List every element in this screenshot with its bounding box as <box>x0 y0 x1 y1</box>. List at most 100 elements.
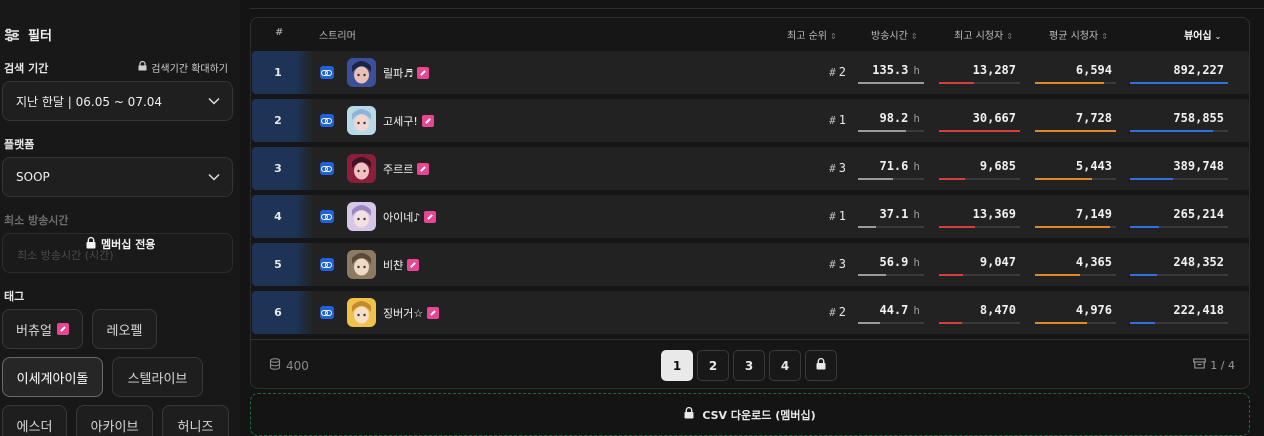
peak-rank-value: 3 <box>838 161 846 175</box>
col-peak-rank-header[interactable]: 최고 순위 ⇕ <box>787 27 837 42</box>
sort-icon: ⇕ <box>1006 32 1013 41</box>
page-info-value: 1 / 4 <box>1210 358 1235 372</box>
broadcast-time-value: 44.7 h <box>879 303 920 317</box>
broadcast-time-number: 44.7 <box>879 303 909 317</box>
tag-archive[interactable]: 아카이브 <box>76 405 153 436</box>
tag-leopel[interactable]: 레오펠 <box>92 309 157 349</box>
table-row[interactable]: 3 주르르 #3 71.6 h 9,685 5,443 389,748 <box>252 147 1249 190</box>
broadcast-time-cell: 37.1 h <box>858 195 924 238</box>
col-viewership-header[interactable]: 뷰어십 ⌄ <box>1184 27 1221 42</box>
tag-isegye-idol[interactable]: 이세계아이돌 <box>2 357 103 397</box>
broadcast-time-bar <box>858 226 924 228</box>
col-broadcast-time-header[interactable]: 방송시간 ⇕ <box>871 27 918 42</box>
streamer-name[interactable]: 릴파♬ <box>383 65 430 81</box>
broadcast-time-number: 135.3 <box>872 63 909 77</box>
tag-label: 아카이브 <box>90 419 139 435</box>
streamer-avatar <box>347 154 376 183</box>
viewership-bar-fill <box>1130 274 1158 276</box>
avg-viewers-value: 7,728 <box>1076 111 1112 125</box>
table-row[interactable]: 6 징버거☆ #2 44.7 h 8,470 4,976 222,418 <box>252 291 1249 334</box>
tag-virtual[interactable]: 버츄얼 <box>2 309 83 349</box>
avg-viewers-number: 4,976 <box>1075 303 1112 317</box>
viewership-bar-fill <box>1130 178 1174 180</box>
streamer-name[interactable]: 징버거☆ <box>383 305 440 321</box>
avg-viewers-value: 5,443 <box>1076 159 1112 173</box>
avg-viewers-value: 4,365 <box>1076 255 1112 269</box>
max-viewers-value: 9,685 <box>980 159 1016 173</box>
platform-select[interactable]: SOOP <box>2 157 233 197</box>
page-button-2[interactable]: 2 <box>697 350 729 381</box>
avg-viewers-number: 5,443 <box>1075 159 1112 173</box>
streamer-name[interactable]: 주르르 <box>383 161 430 177</box>
streamer-name-text: 아이네♪ <box>383 211 421 224</box>
max-viewers-number: 13,369 <box>972 207 1016 221</box>
viewership-bar-fill <box>1130 82 1228 84</box>
broadcast-time-value: 56.9 h <box>879 255 920 269</box>
tag-honeyz[interactable]: 허니즈 <box>162 405 229 436</box>
broadcast-time-bar <box>858 82 924 84</box>
col-max-viewers-header[interactable]: 최고 시청자 ⇕ <box>954 27 1013 42</box>
sort-icon: ⇕ <box>1101 32 1108 41</box>
peak-rank-value: 2 <box>838 305 846 319</box>
avg-viewers-cell: 6,594 <box>1035 51 1116 94</box>
top-divider <box>250 8 1264 9</box>
avg-viewers-bar <box>1035 322 1116 324</box>
broadcast-time-value: 37.1 h <box>879 207 920 221</box>
total-count: 400 <box>269 358 309 373</box>
rank-number: 6 <box>274 306 282 319</box>
search-period-value: 지난 한달 | 06.05 ~ 07.04 <box>16 94 163 109</box>
rank-cell: 5 <box>252 243 314 286</box>
max-viewers-bar <box>939 226 1020 228</box>
col-broadcast-time-label: 방송시간 <box>871 31 908 42</box>
page-button-4[interactable]: 4 <box>769 350 801 381</box>
streamer-avatar <box>347 202 376 231</box>
broadcast-time-bar-fill <box>858 226 876 228</box>
max-viewers-number: 9,685 <box>979 159 1016 173</box>
hours-unit: h <box>913 208 920 221</box>
streamer-name[interactable]: 아이네♪ <box>383 209 437 225</box>
streamer-name[interactable]: 비챤 <box>383 257 420 273</box>
locked-page-button[interactable] <box>805 350 837 381</box>
table-row[interactable]: 1 릴파♬ #2 135.3 h 13,287 6,594 892,227 <box>252 51 1249 94</box>
viewership-bar <box>1130 274 1228 276</box>
broadcast-time-value: 98.2 h <box>879 111 920 125</box>
streamer-name-text: 주르르 <box>383 163 414 176</box>
table-row[interactable]: 5 비챤 #3 56.9 h 9,047 4,365 248,352 <box>252 243 1249 286</box>
avg-viewers-bar <box>1035 178 1116 180</box>
max-viewers-bar <box>939 274 1020 276</box>
viewership-value: 265,214 <box>1173 207 1224 221</box>
max-viewers-bar <box>939 82 1020 84</box>
broadcast-time-number: 98.2 <box>879 111 909 125</box>
sliders-icon <box>4 28 20 42</box>
tag-label: 이세계아이돌 <box>16 371 89 387</box>
streamer-name[interactable]: 고세구! <box>383 113 434 129</box>
broadcast-time-number: 56.9 <box>879 255 909 269</box>
max-viewers-bar <box>939 178 1020 180</box>
search-period-select[interactable]: 지난 한달 | 06.05 ~ 07.04 <box>2 81 233 121</box>
max-viewers-value: 8,470 <box>980 303 1016 317</box>
rank-number: 3 <box>274 162 282 175</box>
tag-esther[interactable]: 에스더 <box>2 405 67 436</box>
avg-viewers-cell: 4,976 <box>1035 291 1116 334</box>
tag-stellive[interactable]: 스텔라이브 <box>112 357 203 397</box>
filter-title: 필터 <box>4 25 52 44</box>
rank-number: 2 <box>274 114 282 127</box>
broadcast-time-number: 37.1 <box>879 207 909 221</box>
table-footer: 400 1 2 3 4 1 / 4 <box>251 339 1249 388</box>
page-button-1[interactable]: 1 <box>661 350 693 381</box>
table-row[interactable]: 4 아이네♪ #1 37.1 h 13,369 7,149 265,214 <box>252 195 1249 238</box>
platform-label: 플랫폼 <box>4 138 35 151</box>
lock-icon <box>816 357 826 373</box>
table-row[interactable]: 2 고세구! #1 98.2 h 30,667 7,728 758,855 <box>252 99 1249 142</box>
col-avg-viewers-header[interactable]: 평균 시청자 ⇕ <box>1049 27 1108 42</box>
page-button-3[interactable]: 3 <box>733 350 765 381</box>
peak-rank-value: 3 <box>838 257 846 271</box>
peak-rank-value: 1 <box>838 113 846 127</box>
hash-icon: # <box>829 258 836 271</box>
broadcast-time-cell: 135.3 h <box>858 51 924 94</box>
expand-period-link[interactable]: 검색기간 확대하기 <box>138 60 228 75</box>
sort-icon: ⇕ <box>829 32 837 41</box>
soop-platform-icon <box>320 114 334 127</box>
csv-download-button[interactable]: CSV 다운로드 (멤버십) <box>250 393 1250 436</box>
streamer-name-text: 릴파♬ <box>383 67 414 80</box>
